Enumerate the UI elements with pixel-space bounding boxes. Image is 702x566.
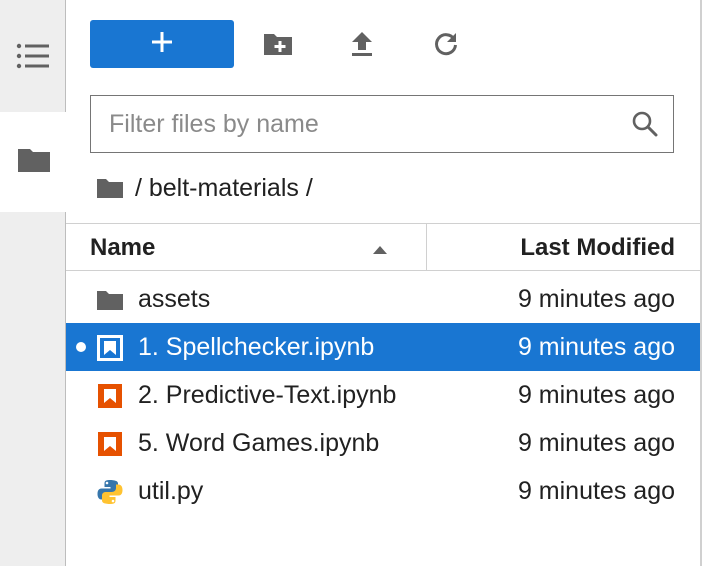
file-name: 1. Spellchecker.ipynb	[138, 333, 375, 361]
folder-icon	[16, 146, 52, 179]
search-icon[interactable]	[631, 110, 659, 143]
new-folder-icon	[263, 32, 293, 61]
file-row[interactable]: 2. Predictive-Text.ipynb 9 minutes ago	[66, 371, 700, 419]
home-folder-icon[interactable]	[96, 177, 124, 199]
sort-ascending-icon[interactable]	[372, 242, 388, 260]
column-divider[interactable]	[426, 224, 427, 270]
notebook-icon	[96, 430, 124, 458]
column-header-last-modified[interactable]: Last Modified	[520, 224, 675, 270]
notebook-icon	[96, 334, 124, 362]
file-last-modified: 9 minutes ago	[517, 285, 675, 313]
running-indicator-icon	[76, 342, 86, 352]
refresh-button[interactable]	[422, 28, 470, 64]
file-last-modified: 9 minutes ago	[517, 381, 675, 409]
breadcrumb-separator-end: /	[298, 173, 313, 202]
file-row[interactable]: util.py 9 minutes ago	[66, 467, 700, 515]
file-list-header: Name Last Modified	[66, 223, 700, 271]
python-icon	[96, 478, 124, 506]
file-last-modified: 9 minutes ago	[517, 333, 675, 361]
new-folder-button[interactable]	[254, 28, 302, 64]
new-launcher-button[interactable]	[90, 20, 234, 68]
filter-input[interactable]	[91, 96, 621, 152]
upload-icon	[350, 31, 374, 62]
activity-sidebar	[0, 0, 67, 566]
file-list: assets 9 minutes ago 1. Spellchecker.ipynb…	[66, 275, 700, 515]
file-row[interactable]: assets 9 minutes ago	[66, 275, 700, 323]
file-name: util.py	[138, 477, 204, 505]
file-row[interactable]: 5. Word Games.ipynb 9 minutes ago	[66, 419, 700, 467]
refresh-icon	[433, 31, 459, 62]
breadcrumb-separator: /	[128, 173, 149, 202]
folder-icon	[96, 286, 124, 314]
file-name: assets	[138, 285, 211, 313]
table-of-contents-tab[interactable]	[0, 8, 66, 108]
file-last-modified: 9 minutes ago	[517, 477, 675, 505]
upload-button[interactable]	[338, 28, 386, 64]
file-last-modified: 9 minutes ago	[517, 429, 675, 457]
plus-icon	[151, 31, 173, 58]
breadcrumb: / belt-materials /	[96, 170, 313, 206]
file-name: 5. Word Games.ipynb	[138, 429, 380, 457]
filter-box	[90, 95, 674, 153]
file-browser-panel: / belt-materials / Name Last Modified as…	[66, 0, 700, 566]
file-name: 2. Predictive-Text.ipynb	[138, 381, 397, 409]
file-browser-tab[interactable]	[0, 112, 67, 212]
list-icon	[16, 42, 50, 75]
file-row[interactable]: 1. Spellchecker.ipynb 9 minutes ago	[66, 323, 700, 371]
column-header-name[interactable]: Name	[90, 224, 155, 270]
notebook-icon	[96, 382, 124, 410]
breadcrumb-folder[interactable]: belt-materials	[149, 174, 299, 203]
